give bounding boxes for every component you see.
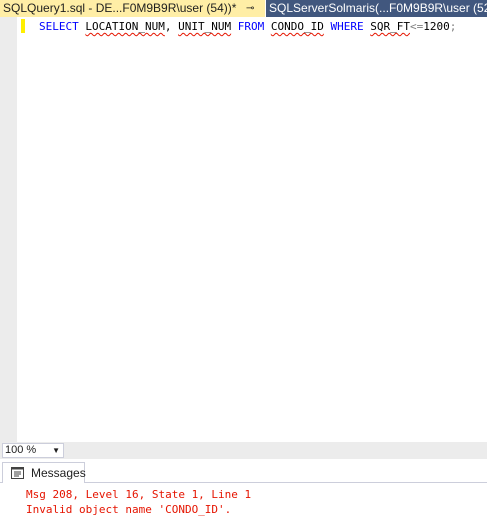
tab-title: SQLQuery1.sql - DE...F0M9B9R\user (54))* xyxy=(3,1,237,15)
messages-icon xyxy=(11,467,24,479)
results-tab-strip: Messages xyxy=(0,459,487,483)
comma: , xyxy=(164,20,172,33)
identifier-condo-id: CONDO_ID xyxy=(270,20,324,33)
zoom-value: 100 % xyxy=(5,444,37,456)
query-editor[interactable]: SELECT LOCATION_NUM, UNIT_NUM FROM CONDO… xyxy=(0,17,487,442)
editor-gutter xyxy=(0,17,17,442)
literal-value: 1200 xyxy=(423,20,450,33)
code-line[interactable]: SELECT LOCATION_NUM, UNIT_NUM FROM CONDO… xyxy=(39,20,456,33)
keyword-from: FROM xyxy=(237,20,265,33)
document-tab-strip: SQLQuery1.sql - DE...F0M9B9R\user (54))*… xyxy=(0,0,487,17)
change-marker xyxy=(21,19,25,33)
identifier-sqr-ft: SQR_FT xyxy=(370,20,410,33)
tab-sqlserversolmaris[interactable]: SQLServerSolmaris(...F0M9B9R\user (52)) xyxy=(266,0,487,17)
identifier-unit-num: UNIT_NUM xyxy=(178,20,232,33)
keyword-select: SELECT xyxy=(39,20,79,33)
pin-icon[interactable]: ⊸ xyxy=(246,0,254,17)
tab-label: Messages xyxy=(31,466,86,480)
tab-title: SQLServerSolmaris(...F0M9B9R\user (52)) xyxy=(269,1,487,15)
tab-messages[interactable]: Messages xyxy=(2,462,86,483)
error-message-header: Msg 208, Level 16, State 1, Line 1 xyxy=(26,488,252,501)
chevron-down-icon: ▼ xyxy=(52,446,60,455)
zoom-dropdown[interactable]: 100 % ▼ xyxy=(2,443,64,458)
operator: <= xyxy=(409,20,424,33)
statement-terminator: ; xyxy=(449,20,457,33)
messages-output[interactable]: Msg 208, Level 16, State 1, Line 1 Inval… xyxy=(0,483,487,520)
zoom-bar: 100 % ▼ xyxy=(0,442,487,459)
tab-sqlquery1[interactable]: SQLQuery1.sql - DE...F0M9B9R\user (54))*… xyxy=(0,0,265,17)
error-message-text: Invalid object name 'CONDO_ID'. xyxy=(26,503,232,516)
identifier-location-num: LOCATION_NUM xyxy=(85,20,165,33)
keyword-where: WHERE xyxy=(330,20,364,33)
